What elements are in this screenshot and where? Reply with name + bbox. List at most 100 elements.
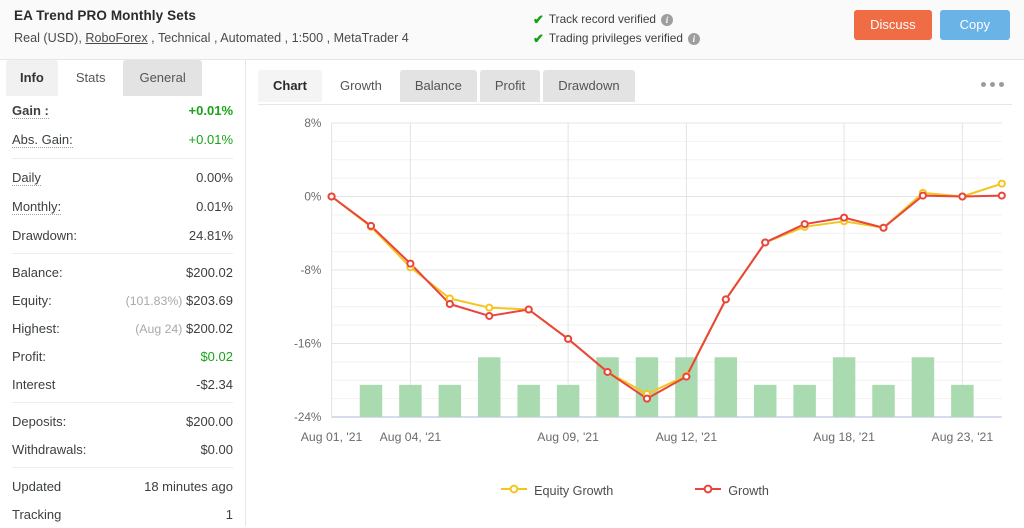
data-point[interactable]	[839, 213, 849, 222]
activity-bar	[872, 384, 895, 417]
x-axis-tick-label: Aug 23, '21	[932, 430, 994, 444]
x-axis-tick-label: Aug 01, '21	[301, 430, 363, 444]
info-icon[interactable]: i	[687, 32, 700, 45]
sidebar-tab-general[interactable]: General	[123, 60, 202, 96]
stat-value-wrap: (Aug 24) $200.02	[135, 321, 233, 336]
stat-row-monthly: Monthly: 0.01%	[12, 192, 233, 221]
data-point[interactable]	[485, 303, 494, 312]
growth-chart: 8% 0% -8% -16% -24% Aug 01, '21 Aug 04, '21 Aug…	[258, 104, 1012, 508]
stat-value-wrap: (101.83%) $203.69	[126, 293, 233, 308]
divider	[12, 253, 233, 254]
stat-row-highest: Highest: (Aug 24) $200.02	[12, 314, 233, 342]
divider	[12, 467, 233, 468]
stat-row-deposits: Deposits: $200.00	[12, 407, 233, 435]
data-point[interactable]	[997, 179, 1006, 188]
stat-value-wrap: -$2.34	[196, 377, 233, 392]
legend-marker-icon	[695, 483, 722, 498]
sidebar-tab-info[interactable]: Info	[6, 60, 58, 96]
stat-value: 1	[225, 507, 233, 522]
activity-bar	[556, 384, 580, 417]
stat-label: Equity:	[12, 293, 52, 308]
activity-bar	[753, 384, 777, 417]
stat-value-prefix: (Aug 24)	[135, 322, 183, 336]
legend-marker-icon	[501, 483, 528, 498]
stat-label[interactable]: Monthly:	[12, 199, 62, 215]
more-options-icon[interactable]	[977, 78, 1008, 91]
stat-label[interactable]: Abs. Gain:	[12, 132, 73, 148]
activity-bar	[714, 357, 738, 417]
stat-label: Interest	[12, 377, 56, 392]
stat-label[interactable]: Daily	[12, 170, 41, 186]
activity-bar	[478, 357, 501, 417]
data-point[interactable]	[445, 299, 454, 308]
copy-button[interactable]: Copy	[939, 10, 1010, 40]
activity-bar	[832, 357, 856, 417]
broker-link[interactable]: RoboForex	[85, 31, 147, 45]
stat-value: $0.02	[200, 349, 233, 364]
tab-drawdown[interactable]: Drawdown	[543, 70, 635, 102]
tab-balance[interactable]: Balance	[399, 70, 477, 102]
data-point[interactable]	[958, 192, 967, 201]
y-axis-tick-label: -16%	[294, 338, 321, 351]
data-point[interactable]	[485, 311, 494, 320]
data-point[interactable]	[524, 305, 533, 314]
check-icon: ✔	[533, 31, 544, 46]
account-identity: EA Trend PRO Monthly Sets Real (USD), Ro…	[14, 7, 409, 48]
stat-label: Deposits:	[12, 414, 67, 429]
stat-label[interactable]: Gain :	[12, 103, 49, 119]
data-point[interactable]	[879, 223, 888, 232]
stat-row-gain: Gain : +0.01%	[12, 96, 233, 125]
legend-label: Equity Growth	[534, 483, 614, 498]
stat-value-wrap: $0.00	[200, 442, 233, 457]
activity-bar	[793, 384, 816, 417]
stat-value-wrap: $200.00	[186, 414, 233, 429]
chart-panel: Chart Growth Balance Profit Drawdown 8% 0% -8%…	[246, 60, 1024, 526]
data-point[interactable]	[327, 192, 336, 201]
data-point[interactable]	[603, 367, 612, 376]
stat-row-tracking: Tracking 1	[12, 500, 233, 528]
stat-value: +0.01%	[188, 132, 233, 147]
data-point[interactable]	[997, 191, 1006, 200]
data-point[interactable]	[761, 238, 770, 247]
page-body: Info Stats General Gain : +0.01% Abs. Gain: +…	[0, 60, 1024, 526]
data-point[interactable]	[366, 221, 376, 230]
data-point[interactable]	[564, 334, 573, 343]
myfxbook-account-page: EA Trend PRO Monthly Sets Real (USD), Ro…	[0, 0, 1024, 526]
tab-chart[interactable]: Chart	[258, 70, 322, 102]
check-icon: ✔	[533, 12, 544, 27]
stat-row-daily: Daily 0.00%	[12, 163, 233, 192]
activity-bar	[635, 357, 659, 417]
stat-value-wrap: 24.81%	[189, 228, 233, 243]
info-icon[interactable]: i	[660, 13, 673, 26]
data-point[interactable]	[642, 394, 652, 403]
stat-value: 0.00%	[196, 170, 233, 185]
stat-value: $203.69	[186, 293, 233, 308]
stat-value: +0.01%	[188, 103, 233, 118]
data-point[interactable]	[800, 220, 809, 229]
account-type: Real (USD),	[14, 31, 86, 45]
legend-item-equity-growth[interactable]: Equity Growth	[501, 483, 613, 498]
data-point[interactable]	[918, 191, 928, 200]
discuss-button[interactable]: Discuss	[854, 10, 932, 40]
tab-profit[interactable]: Profit	[479, 70, 541, 102]
growth-chart-svg: 8% 0% -8% -16% -24% Aug 01, '21 Aug 04, '21 Aug…	[294, 117, 1006, 444]
stats-sidebar: Info Stats General Gain : +0.01% Abs. Gain: +…	[0, 60, 246, 526]
data-point[interactable]	[682, 372, 691, 381]
stat-value: $200.00	[186, 414, 233, 429]
activity-bar	[359, 384, 383, 417]
x-axis-tick-label: Aug 12, '21	[656, 430, 718, 444]
sidebar-tab-stats[interactable]: Stats	[59, 60, 122, 96]
legend-item-growth[interactable]: Growth	[695, 483, 769, 498]
data-point[interactable]	[721, 295, 730, 304]
stat-value: 24.81%	[188, 228, 233, 243]
verification-label: Track record verified	[548, 12, 656, 26]
tab-growth[interactable]: Growth	[324, 70, 397, 102]
stat-value: 0.01%	[196, 199, 233, 214]
y-axis-tick-label: 8%	[304, 117, 321, 130]
stat-label: Drawdown:	[12, 228, 78, 243]
data-point[interactable]	[406, 259, 415, 268]
stat-value-wrap: $0.02	[200, 349, 233, 364]
verification-track-record: ✔ Track record verified i	[533, 10, 700, 29]
activity-bar	[911, 357, 935, 417]
series-line-growth	[330, 194, 1002, 400]
